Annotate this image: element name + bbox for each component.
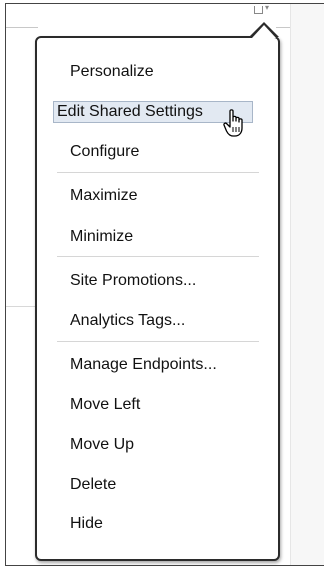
panel-header-divider [6,27,38,28]
menu-item-delete[interactable]: Delete [70,475,116,495]
portlet-menu-icon[interactable] [254,6,263,14]
menu-item-minimize[interactable]: Minimize [70,227,133,247]
menu-item-hide[interactable]: Hide [70,514,103,534]
chevron-down-icon[interactable]: ▾ [265,4,269,12]
menu-item-manage-endpoints[interactable]: Manage Endpoints... [70,355,217,375]
right-panel [290,4,324,565]
menu-item-move-left[interactable]: Move Left [70,395,140,415]
menu-separator [57,256,259,257]
menu-item-site-promotions[interactable]: Site Promotions... [70,271,196,291]
menu-item-personalize[interactable]: Personalize [70,62,154,82]
content-divider [6,306,36,307]
menu-pointer-fill [252,25,276,38]
menu-separator [57,341,259,342]
menu-item-configure[interactable]: Configure [70,142,139,162]
menu-item-analytics-tags[interactable]: Analytics Tags... [70,311,185,331]
menu-item-maximize[interactable]: Maximize [70,186,138,206]
menu-item-move-up[interactable]: Move Up [70,435,134,455]
hand-pointer-cursor-icon [223,109,243,137]
menu-separator [57,172,259,173]
